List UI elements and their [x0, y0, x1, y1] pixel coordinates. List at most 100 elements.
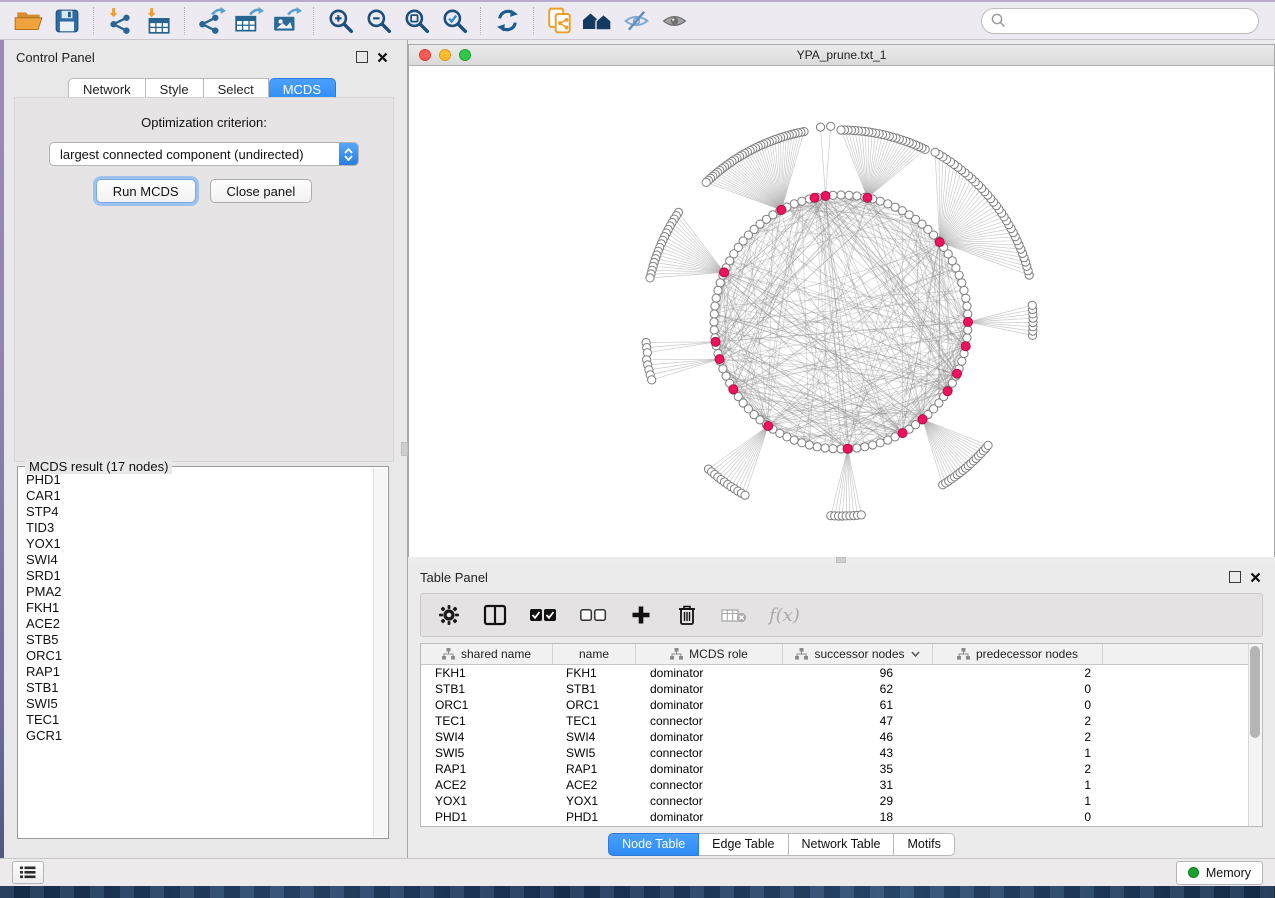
- network-node[interactable]: [805, 441, 813, 449]
- cell-shared_name[interactable]: SWI4: [421, 730, 553, 744]
- network-node[interactable]: [711, 302, 719, 310]
- network-node[interactable]: [714, 286, 722, 294]
- mcds-result-item[interactable]: SRD1: [26, 568, 373, 584]
- cell-name[interactable]: TEC1: [553, 714, 636, 728]
- cell-successor[interactable]: 46: [783, 730, 933, 744]
- delete-button[interactable]: [675, 600, 699, 630]
- criterion-select[interactable]: largest connected component (undirected): [49, 142, 359, 166]
- cell-mcds_role[interactable]: dominator: [636, 810, 783, 824]
- network-node[interactable]: [798, 439, 806, 447]
- export-network-button[interactable]: [192, 5, 230, 37]
- mcds-result-item[interactable]: PMA2: [26, 584, 373, 600]
- cell-predecessor[interactable]: 0: [933, 682, 1103, 696]
- cell-name[interactable]: RAP1: [553, 762, 636, 776]
- cell-predecessor[interactable]: 1: [933, 746, 1103, 760]
- mcds-result-item[interactable]: RAP1: [26, 664, 373, 680]
- cell-successor[interactable]: 43: [783, 746, 933, 760]
- table-row[interactable]: YOX1YOX1connector291: [421, 793, 1262, 809]
- split-panel-button[interactable]: [483, 600, 507, 630]
- cell-predecessor[interactable]: 1: [933, 794, 1103, 808]
- network-node[interactable]: [962, 294, 970, 302]
- cell-predecessor[interactable]: 2: [933, 714, 1103, 728]
- cell-predecessor[interactable]: 2: [933, 666, 1103, 680]
- network-node[interactable]: [837, 191, 845, 199]
- show-all-button[interactable]: [655, 5, 693, 37]
- network-node[interactable]: [958, 357, 966, 365]
- column-header-successor-nodes[interactable]: successor nodes: [783, 644, 933, 664]
- cell-shared_name[interactable]: TEC1: [421, 714, 553, 728]
- mcds-result-item[interactable]: GCR1: [26, 728, 373, 744]
- network-node[interactable]: [963, 302, 971, 310]
- dominator-node[interactable]: [729, 385, 738, 394]
- network-node[interactable]: [790, 436, 798, 444]
- cell-shared_name[interactable]: YOX1: [421, 794, 553, 808]
- cell-mcds_role[interactable]: dominator: [636, 698, 783, 712]
- network-node[interactable]: [861, 443, 869, 451]
- network-node[interactable]: [876, 439, 884, 447]
- table-row[interactable]: STB1STB1dominator620: [421, 681, 1262, 697]
- mcds-result-item[interactable]: CAR1: [26, 488, 373, 504]
- network-node[interactable]: [741, 491, 749, 499]
- close-panel-icon[interactable]: [1250, 572, 1261, 583]
- network-node[interactable]: [984, 441, 992, 449]
- export-table-button[interactable]: [230, 5, 268, 37]
- mcds-result-item[interactable]: ACE2: [26, 616, 373, 632]
- cell-shared_name[interactable]: ORC1: [421, 698, 553, 712]
- cell-name[interactable]: FKH1: [553, 666, 636, 680]
- cell-successor[interactable]: 96: [783, 666, 933, 680]
- mcds-result-item[interactable]: STB5: [26, 632, 373, 648]
- save-button[interactable]: [48, 5, 86, 37]
- network-node[interactable]: [853, 444, 861, 452]
- cell-successor[interactable]: 29: [783, 794, 933, 808]
- dominator-node[interactable]: [943, 387, 952, 396]
- task-history-button[interactable]: [12, 861, 44, 884]
- export-image-button[interactable]: [268, 5, 306, 37]
- cell-predecessor[interactable]: 2: [933, 730, 1103, 744]
- memory-button[interactable]: Memory: [1176, 861, 1263, 885]
- zoom-out-button[interactable]: [359, 5, 397, 37]
- table-row[interactable]: SWI5SWI5connector431: [421, 745, 1262, 761]
- mcds-result-item[interactable]: PHD1: [26, 472, 373, 488]
- dominator-node[interactable]: [935, 238, 944, 247]
- mcds-result-item[interactable]: TEC1: [26, 712, 373, 728]
- table-row[interactable]: ACE2ACE2connector311: [421, 777, 1262, 793]
- cell-name[interactable]: STB1: [553, 682, 636, 696]
- network-node[interactable]: [884, 200, 892, 208]
- open-folder-button[interactable]: [10, 5, 48, 37]
- cell-successor[interactable]: 62: [783, 682, 933, 696]
- float-panel-icon[interactable]: [356, 51, 368, 63]
- network-node[interactable]: [816, 123, 824, 131]
- hide-selected-button[interactable]: [617, 5, 655, 37]
- dominator-node[interactable]: [964, 318, 973, 327]
- close-panel-button[interactable]: Close panel: [210, 179, 313, 203]
- mcds-result-item[interactable]: SWI4: [26, 552, 373, 568]
- dominator-node[interactable]: [863, 193, 872, 202]
- network-canvas[interactable]: [409, 66, 1274, 557]
- dominator-node[interactable]: [918, 415, 927, 424]
- cell-successor[interactable]: 18: [783, 810, 933, 824]
- first-neighbors-button[interactable]: [579, 5, 617, 37]
- table-scrollbar[interactable]: [1248, 644, 1262, 826]
- table-row[interactable]: ORC1ORC1dominator610: [421, 697, 1262, 713]
- mcds-result-item[interactable]: TID3: [26, 520, 373, 536]
- search-input[interactable]: [1012, 10, 1258, 32]
- cell-shared_name[interactable]: ACE2: [421, 778, 553, 792]
- cell-name[interactable]: PHD1: [553, 810, 636, 824]
- cell-shared_name[interactable]: RAP1: [421, 762, 553, 776]
- vertical-splitter[interactable]: [400, 40, 408, 858]
- network-node[interactable]: [829, 445, 837, 453]
- cell-shared_name[interactable]: SWI5: [421, 746, 553, 760]
- network-node[interactable]: [827, 122, 835, 130]
- network-node[interactable]: [821, 444, 829, 452]
- dominator-node[interactable]: [777, 205, 786, 214]
- network-node[interactable]: [964, 326, 972, 334]
- zoom-fit-button[interactable]: [397, 5, 435, 37]
- dominator-node[interactable]: [764, 422, 773, 431]
- mcds-result-item[interactable]: YOX1: [26, 536, 373, 552]
- cell-name[interactable]: ORC1: [553, 698, 636, 712]
- cell-shared_name[interactable]: FKH1: [421, 666, 553, 680]
- cell-name[interactable]: ACE2: [553, 778, 636, 792]
- dominator-node[interactable]: [715, 355, 724, 364]
- zoom-selected-button[interactable]: [435, 5, 473, 37]
- cell-mcds_role[interactable]: connector: [636, 794, 783, 808]
